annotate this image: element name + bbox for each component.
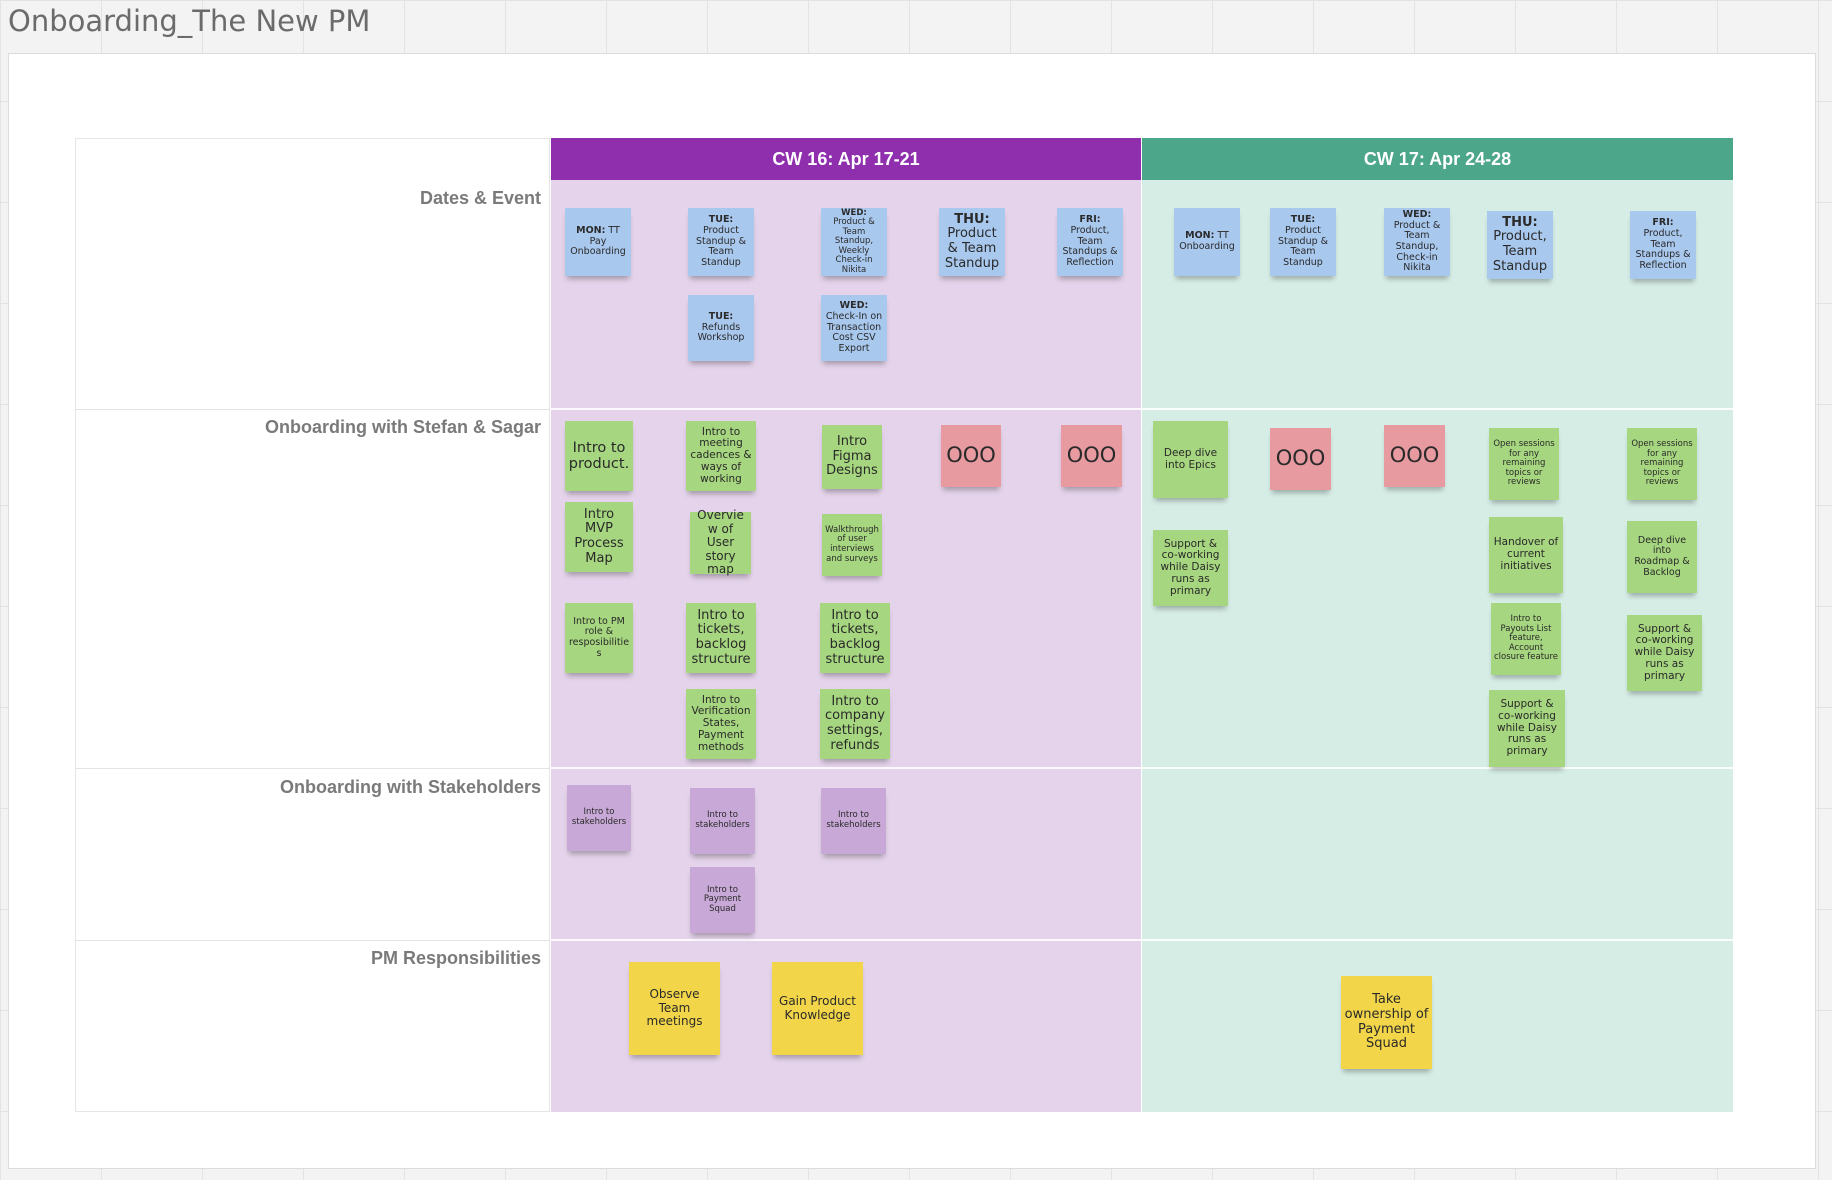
sticky-note[interactable]: WED: Product & Team Standup, Check-in Ni… xyxy=(1384,208,1450,276)
sticky-note[interactable]: Intro to Payment Squad xyxy=(690,867,755,933)
sticky-note[interactable]: Support & co-working while Daisy runs as… xyxy=(1153,530,1228,606)
row-divider xyxy=(75,768,550,769)
sticky-note[interactable]: Intro to tickets, backlog structure xyxy=(820,603,890,673)
sticky-note[interactable]: FRI: Product, Team Standups & Reflection xyxy=(1057,208,1123,276)
sticky-note[interactable]: Walkthrough of user interviews and surve… xyxy=(822,514,882,576)
sticky-note[interactable]: Intro to Payouts List feature, Account c… xyxy=(1491,603,1561,675)
row-divider xyxy=(551,939,1733,941)
sticky-note[interactable]: Intro MVP Process Map xyxy=(565,502,633,572)
row-divider xyxy=(75,409,550,410)
sticky-note[interactable]: Intro Figma Designs xyxy=(822,425,882,489)
sticky-note[interactable]: Support & co-working while Daisy runs as… xyxy=(1627,615,1702,691)
row-label-onboarding-stefan-sagar: Onboarding with Stefan & Sagar xyxy=(264,417,541,437)
sticky-note[interactable]: Open sessions for any remaining topics o… xyxy=(1489,428,1559,500)
row-divider xyxy=(75,940,550,941)
sticky-note[interactable]: Deep dive into Roadmap & Backlog xyxy=(1627,521,1697,593)
row-divider xyxy=(551,767,1733,769)
sticky-note[interactable]: MON: TT Onboarding xyxy=(1174,208,1240,276)
sticky-note[interactable]: THU: Product & Team Standup xyxy=(939,208,1005,276)
sticky-note[interactable]: Observe Team meetings xyxy=(629,962,720,1055)
sticky-note[interactable]: Support & co-working while Daisy runs as… xyxy=(1489,690,1565,767)
board-title: Onboarding_The New PM xyxy=(8,4,371,38)
week-header-cw16: CW 16: Apr 17-21 xyxy=(551,138,1141,180)
sticky-note[interactable]: MON: TT Pay Onboarding xyxy=(565,208,631,276)
sticky-note[interactable]: Intro to tickets, backlog structure xyxy=(686,603,756,673)
sticky-note[interactable]: OOO xyxy=(941,425,1001,487)
week-header-cw17: CW 17: Apr 24-28 xyxy=(1142,138,1733,180)
sticky-note[interactable]: OOO xyxy=(1061,425,1122,487)
row-label-pm-responsibilities: PM Responsibilities xyxy=(370,948,541,968)
sticky-note[interactable]: Take ownership of Payment Squad xyxy=(1341,976,1432,1069)
sticky-note[interactable]: Intro to stakeholders xyxy=(690,788,755,854)
sticky-note[interactable]: Deep dive into Epics xyxy=(1153,421,1228,498)
sticky-note[interactable]: WED: Product & Team Standup, Weekly Chec… xyxy=(821,208,887,276)
sticky-note[interactable]: Overview of User story map xyxy=(690,509,751,576)
sticky-note[interactable]: Gain Product Knowledge xyxy=(772,962,863,1055)
sticky-note[interactable]: Intro to stakeholders xyxy=(567,785,631,851)
sticky-note[interactable]: Intro to Verification States, Payment me… xyxy=(686,689,756,759)
sticky-note[interactable]: Handover of current initiatives xyxy=(1489,517,1563,593)
row-divider xyxy=(551,408,1733,410)
sticky-note[interactable]: THU: Product, Team Standup xyxy=(1487,211,1553,279)
row-label-dates-events: Dates & Event xyxy=(419,188,541,208)
sticky-note[interactable]: Intro to PM role & resposibilities xyxy=(565,603,633,673)
sticky-note[interactable]: TUE: Product Standup & Team Standup xyxy=(688,208,754,276)
row-label-onboarding-stakeholders: Onboarding with Stakeholders xyxy=(279,777,541,797)
sticky-note[interactable]: OOO xyxy=(1384,425,1445,487)
sticky-note[interactable]: Intro to company settings, refunds xyxy=(820,689,890,759)
sticky-note[interactable]: FRI: Product, Team Standups & Reflection xyxy=(1630,211,1696,279)
sticky-note[interactable]: Intro to product. xyxy=(565,421,633,491)
sticky-note[interactable]: WED: Check-In on Transaction Cost CSV Ex… xyxy=(821,295,887,361)
sticky-note[interactable]: Open sessions for any remaining topics o… xyxy=(1627,428,1697,500)
sticky-note[interactable]: Intro to stakeholders xyxy=(821,788,886,854)
sticky-note[interactable]: OOO xyxy=(1270,428,1331,490)
sticky-note[interactable]: TUE: Product Standup & Team Standup xyxy=(1270,208,1336,276)
sticky-note[interactable]: Intro to meeting cadences & ways of work… xyxy=(686,421,756,491)
sticky-note[interactable]: TUE: Refunds Workshop xyxy=(688,295,754,361)
